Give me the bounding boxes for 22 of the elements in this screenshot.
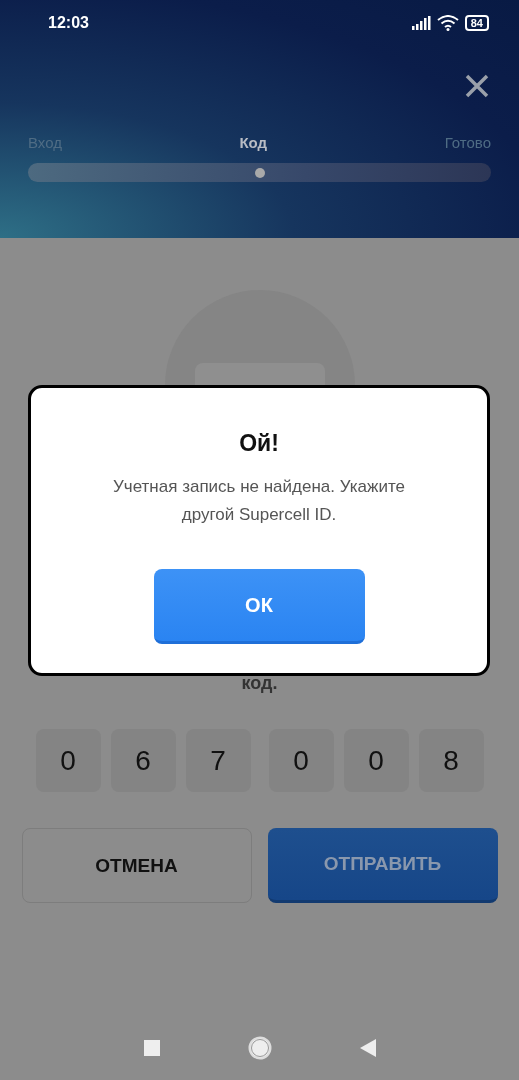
home-icon[interactable] bbox=[247, 1036, 272, 1060]
signal-icon bbox=[410, 16, 431, 30]
code-digit-field[interactable]: 0 bbox=[35, 729, 101, 792]
back-icon[interactable] bbox=[359, 1039, 376, 1057]
instruction-text: код. bbox=[241, 673, 278, 693]
code-digit-field[interactable]: 0 bbox=[343, 729, 409, 792]
code-digit-field[interactable]: 8 bbox=[418, 729, 484, 792]
code-digit-field[interactable]: 0 bbox=[268, 729, 334, 792]
dialog-message: Учетная запись не найдена. Укажите другой Supercell ID. bbox=[112, 476, 406, 526]
code-digit-field[interactable]: 7 bbox=[185, 729, 251, 792]
battery-indicator: 84 bbox=[464, 15, 489, 31]
send-button[interactable]: ОТПРАВИТЬ bbox=[267, 828, 498, 903]
step-label: Готово bbox=[444, 134, 491, 151]
close-icon[interactable] bbox=[465, 74, 489, 98]
step-label: Код bbox=[239, 134, 268, 151]
code-digit-field[interactable]: 6 bbox=[110, 729, 176, 792]
cancel-button[interactable]: ОТМЕНА bbox=[21, 828, 252, 903]
dialog-title: Ой! bbox=[239, 430, 279, 457]
recents-icon[interactable] bbox=[143, 1040, 160, 1056]
status-time: 12:03 bbox=[48, 14, 89, 32]
ok-button[interactable]: ОК bbox=[153, 569, 365, 644]
wifi-icon bbox=[436, 15, 459, 31]
